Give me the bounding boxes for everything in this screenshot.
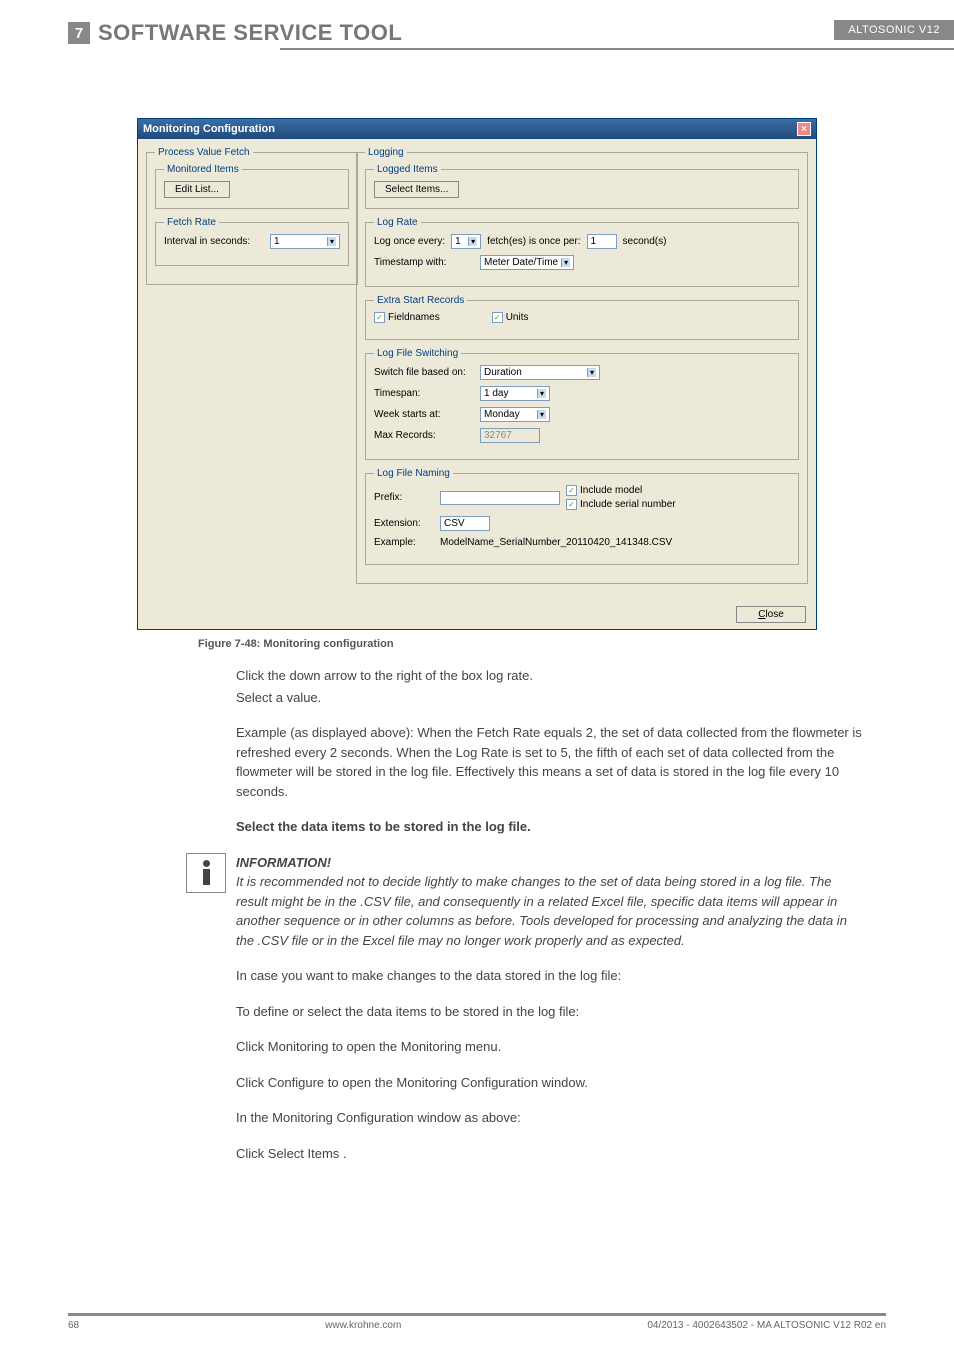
header-rule bbox=[280, 48, 954, 50]
interval-value: 1 bbox=[274, 236, 280, 247]
log-once-label: Log once every: bbox=[374, 236, 445, 247]
close-button[interactable]: Close bbox=[736, 606, 806, 623]
switching-legend: Log File Switching bbox=[374, 348, 461, 359]
switch-based-label: Switch file based on: bbox=[374, 367, 474, 378]
log-once-combo[interactable]: 1 ▾ bbox=[451, 234, 481, 249]
chevron-down-icon: ▾ bbox=[327, 237, 336, 246]
chevron-down-icon: ▾ bbox=[587, 368, 596, 377]
include-serial-checkbox[interactable]: ✓Include serial number bbox=[566, 499, 676, 510]
log-once-value: 1 bbox=[455, 236, 461, 247]
process-value-fetch-group: Process Value Fetch Monitored Items Edit… bbox=[146, 147, 358, 285]
body-p2: Select a value. bbox=[236, 688, 866, 708]
include-serial-label: Include serial number bbox=[580, 499, 676, 510]
fetches-value: 1 bbox=[587, 234, 617, 249]
example-label: Example: bbox=[374, 537, 434, 548]
chevron-down-icon: ▾ bbox=[561, 258, 570, 267]
units-label: Units bbox=[506, 312, 529, 323]
example-value: ModelName_SerialNumber_20110420_141348.C… bbox=[440, 537, 672, 548]
logging-legend: Logging bbox=[365, 147, 407, 158]
timespan-combo[interactable]: 1 day ▾ bbox=[480, 386, 550, 401]
body-p5: To define or select the data items to be… bbox=[236, 1002, 866, 1022]
chevron-down-icon: ▾ bbox=[468, 237, 477, 246]
chevron-down-icon: ▾ bbox=[537, 410, 546, 419]
fieldnames-label: Fieldnames bbox=[388, 312, 440, 323]
info-title: INFORMATION! bbox=[236, 853, 866, 873]
page-footer: 68 www.krohne.com 04/2013 - 4002643502 -… bbox=[68, 1313, 886, 1331]
week-starts-value: Monday bbox=[484, 409, 520, 420]
monitored-items-group: Monitored Items Edit List... bbox=[155, 164, 349, 209]
max-records-value: 32767 bbox=[480, 428, 540, 443]
include-model-checkbox[interactable]: ✓Include model bbox=[566, 485, 676, 496]
switch-based-combo[interactable]: Duration ▾ bbox=[480, 365, 600, 380]
fieldnames-checkbox[interactable]: ✓Fieldnames bbox=[374, 312, 440, 323]
select-items-button[interactable]: Select Items... bbox=[374, 181, 459, 198]
fetch-rate-group: Fetch Rate Interval in seconds: 1 ▾ bbox=[155, 217, 349, 266]
prefix-label: Prefix: bbox=[374, 492, 434, 503]
footer-revision: 04/2013 - 4002643502 - MA ALTOSONIC V12 … bbox=[647, 1320, 886, 1331]
interval-label: Interval in seconds: bbox=[164, 236, 264, 247]
logging-group: Logging Logged Items Select Items... Log… bbox=[356, 147, 808, 584]
extra-start-group: Extra Start Records ✓Fieldnames ✓Units bbox=[365, 295, 799, 340]
switch-based-value: Duration bbox=[484, 367, 522, 378]
prefix-input[interactable] bbox=[440, 491, 560, 505]
figure-caption: Figure 7-48: Monitoring configuration bbox=[198, 638, 886, 650]
include-model-label: Include model bbox=[580, 485, 642, 496]
select-heading: Select the data items to be stored in th… bbox=[236, 817, 866, 837]
interval-combo[interactable]: 1 ▾ bbox=[270, 234, 340, 249]
body-p8: In the Monitoring Configuration window a… bbox=[236, 1108, 866, 1128]
timestamp-combo[interactable]: Meter Date/Time ▾ bbox=[480, 255, 574, 270]
extra-start-legend: Extra Start Records bbox=[374, 295, 467, 306]
dialog-titlebar: Monitoring Configuration × bbox=[138, 119, 816, 139]
check-icon: ✓ bbox=[492, 312, 503, 323]
body-p7: Click Configure to open the Monitoring C… bbox=[236, 1073, 866, 1093]
footer-url: www.krohne.com bbox=[325, 1320, 401, 1331]
max-records-label: Max Records: bbox=[374, 430, 474, 441]
body-p9: Click Select Items . bbox=[236, 1144, 866, 1164]
monitored-items-legend: Monitored Items bbox=[164, 164, 242, 175]
extension-label: Extension: bbox=[374, 518, 434, 529]
log-rate-group: Log Rate Log once every: 1 ▾ fetch(es) i… bbox=[365, 217, 799, 287]
log-rate-legend: Log Rate bbox=[374, 217, 421, 228]
logged-items-legend: Logged Items bbox=[374, 164, 441, 175]
week-starts-label: Week starts at: bbox=[374, 409, 474, 420]
page-number: 68 bbox=[68, 1320, 79, 1331]
info-body: It is recommended not to decide lightly … bbox=[236, 872, 866, 950]
close-button-label: lose bbox=[765, 609, 783, 620]
timespan-value: 1 day bbox=[484, 388, 508, 399]
fetch-rate-legend: Fetch Rate bbox=[164, 217, 219, 228]
body-p3: Example (as displayed above): When the F… bbox=[236, 723, 866, 801]
log-file-naming-group: Log File Naming Prefix: ✓Include model ✓… bbox=[365, 468, 799, 565]
pvf-legend: Process Value Fetch bbox=[155, 147, 253, 158]
seconds-label: second(s) bbox=[623, 236, 667, 247]
body-p1: Click the down arrow to the right of the… bbox=[236, 666, 866, 686]
product-tab: ALTOSONIC V12 bbox=[834, 20, 954, 40]
dialog-title: Monitoring Configuration bbox=[143, 123, 275, 135]
check-icon: ✓ bbox=[566, 485, 577, 496]
timespan-label: Timespan: bbox=[374, 388, 474, 399]
timestamp-value: Meter Date/Time bbox=[484, 257, 558, 268]
logged-items-group: Logged Items Select Items... bbox=[365, 164, 799, 209]
chapter-title: SOFTWARE SERVICE TOOL bbox=[98, 20, 402, 46]
info-icon bbox=[186, 853, 226, 893]
check-icon: ✓ bbox=[374, 312, 385, 323]
units-checkbox[interactable]: ✓Units bbox=[492, 312, 529, 323]
naming-legend: Log File Naming bbox=[374, 468, 453, 479]
body-p4: In case you want to make changes to the … bbox=[236, 966, 866, 986]
edit-list-button[interactable]: Edit List... bbox=[164, 181, 230, 198]
chevron-down-icon: ▾ bbox=[537, 389, 546, 398]
week-starts-combo[interactable]: Monday ▾ bbox=[480, 407, 550, 422]
close-icon[interactable]: × bbox=[797, 122, 811, 136]
log-file-switching-group: Log File Switching Switch file based on:… bbox=[365, 348, 799, 460]
check-icon: ✓ bbox=[566, 499, 577, 510]
timestamp-label: Timestamp with: bbox=[374, 257, 474, 268]
fetches-label: fetch(es) is once per: bbox=[487, 236, 580, 247]
body-p6: Click Monitoring to open the Monitoring … bbox=[236, 1037, 866, 1057]
extension-input[interactable]: CSV bbox=[440, 516, 490, 531]
monitoring-configuration-dialog: Monitoring Configuration × Process Value… bbox=[137, 118, 817, 630]
chapter-number: 7 bbox=[68, 22, 90, 44]
